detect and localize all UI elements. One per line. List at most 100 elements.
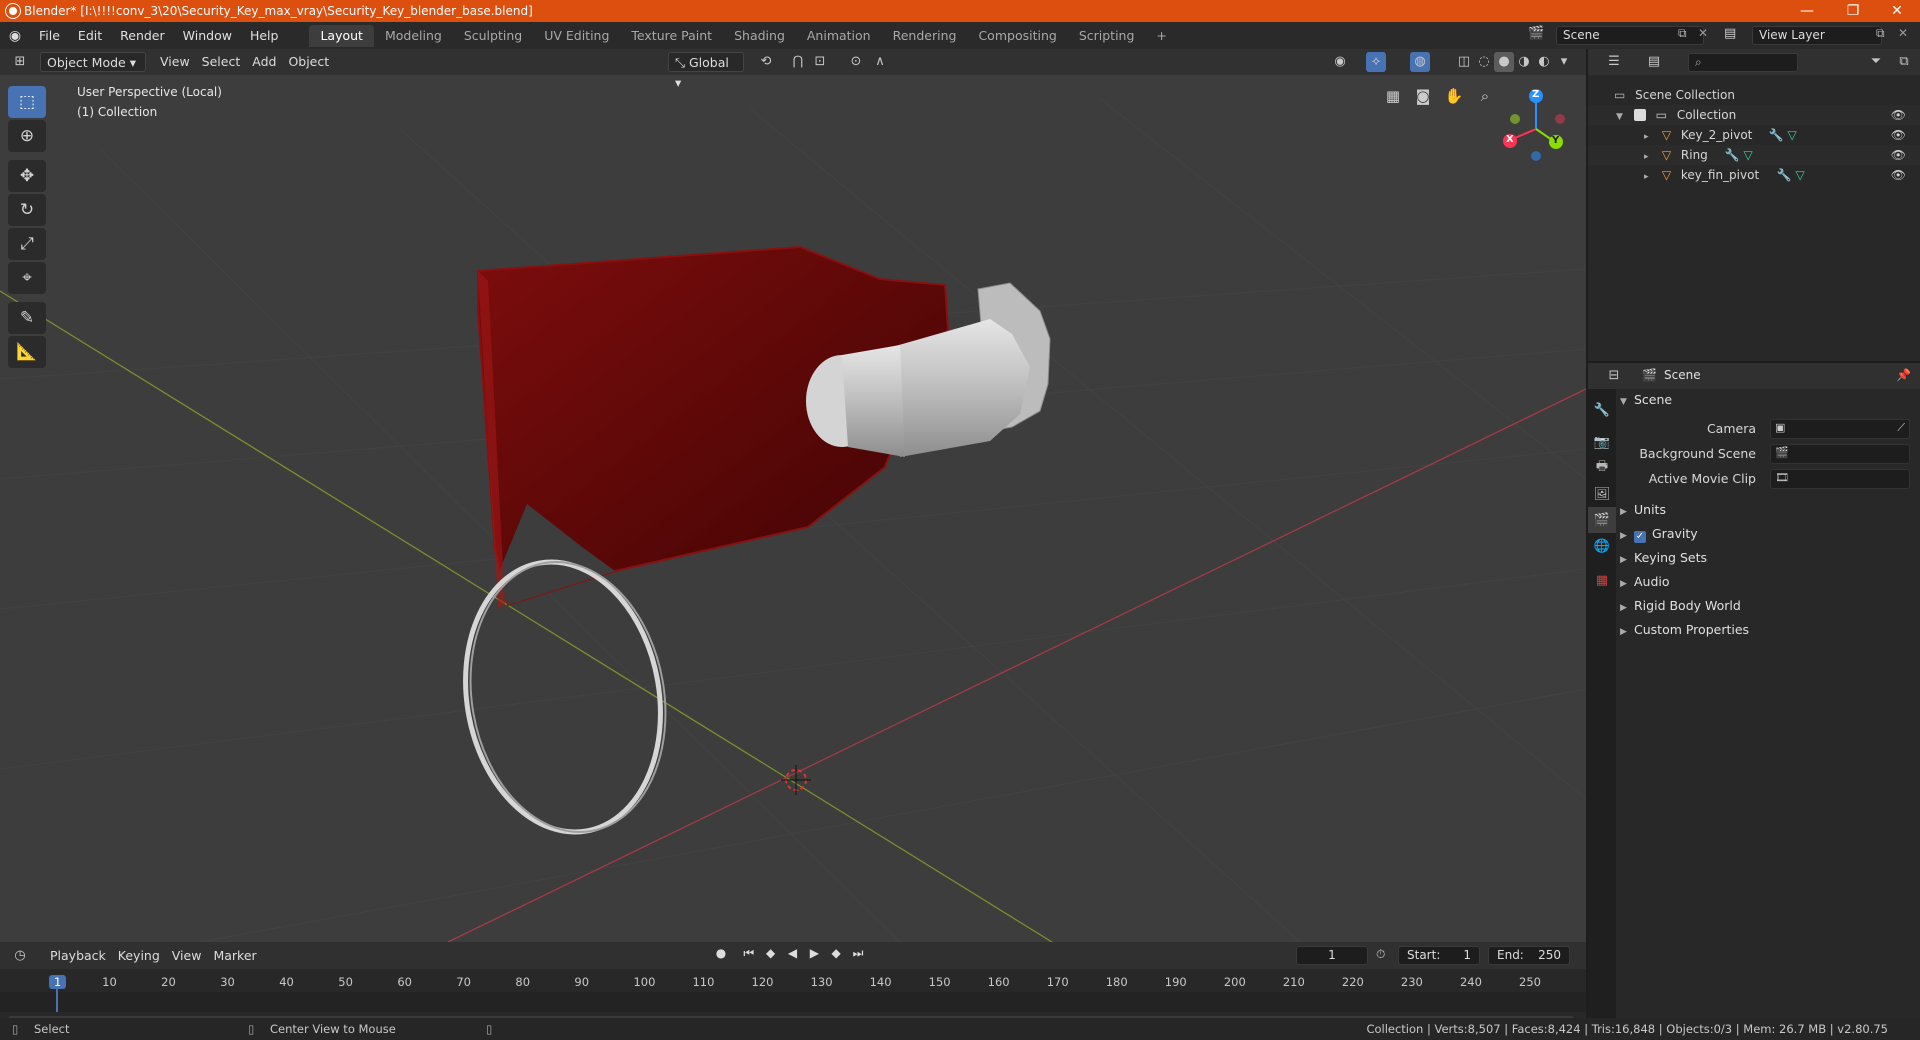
close-button[interactable]: ✕ — [1874, 0, 1920, 22]
gizmo-toggle-icon[interactable]: ⟡ — [1366, 52, 1386, 72]
tab-modeling[interactable]: Modeling — [374, 25, 453, 47]
new-collection-icon[interactable]: ⧉ — [1894, 52, 1914, 72]
snap-magnet-icon[interactable]: ⋂ — [788, 52, 808, 72]
tab-animation[interactable]: Animation — [796, 25, 882, 47]
material-preview-icon[interactable]: ◑ — [1514, 52, 1534, 72]
scene-tab-icon[interactable]: 🎬 — [1588, 507, 1616, 533]
mesh-data-icon[interactable]: ▽ — [1744, 148, 1753, 162]
xray-toggle-icon[interactable]: ◫ — [1454, 52, 1474, 72]
keying-sets-panel-header[interactable]: ▶ Keying Sets — [1620, 546, 1916, 570]
tab-scripting[interactable]: Scripting — [1068, 25, 1146, 47]
cursor-tool-icon[interactable]: ⊕ — [8, 120, 46, 152]
menu-edit[interactable]: Edit — [69, 22, 111, 49]
tab-shading[interactable]: Shading — [723, 25, 796, 47]
zoom-view-icon[interactable]: ⌕ — [1472, 83, 1498, 109]
jump-start-icon[interactable]: ⏮ — [740, 946, 758, 961]
rendered-shading-icon[interactable]: ◐ — [1534, 52, 1554, 72]
view-layer-tab-icon[interactable]: 🖼 — [1588, 481, 1616, 507]
record-icon[interactable]: ● — [712, 946, 730, 960]
jump-end-icon[interactable]: ⏭ — [849, 946, 867, 961]
tab-uv-editing[interactable]: UV Editing — [533, 25, 620, 47]
properties-editor-type-icon[interactable]: ⊟ — [1604, 366, 1624, 386]
measure-tool-icon[interactable]: 📐 — [8, 336, 46, 368]
scene-selector-icon[interactable]: 🎬 — [1528, 26, 1544, 41]
proportional-edit-icon[interactable]: ⊙ — [846, 52, 866, 72]
rotate-tool-icon[interactable]: ↻ — [8, 194, 46, 226]
outliner-object-row[interactable]: ▸ ▽ Ring 🔧 ▽ 👁 — [1588, 145, 1920, 165]
new-scene-icon[interactable]: ⧉ — [1678, 26, 1687, 41]
snap-target-icon[interactable]: ⊡ — [810, 52, 830, 72]
object-visibility-eye-icon[interactable]: 👁 — [1891, 125, 1906, 145]
transform-orientation-dropdown[interactable]: ⤡ Global ▾ — [668, 52, 744, 90]
view-layer-icon[interactable]: ▤ — [1724, 26, 1736, 41]
rigid-body-world-panel-header[interactable]: ▶ Rigid Body World — [1620, 594, 1916, 618]
tab-texture-paint[interactable]: Texture Paint — [620, 25, 723, 47]
modifier-wrench-icon[interactable]: 🔧 — [1777, 168, 1792, 182]
move-tool-icon[interactable]: ✥ — [8, 160, 46, 192]
background-scene-field[interactable]: 🎬 — [1770, 444, 1910, 464]
menu-select[interactable]: Select — [196, 52, 247, 72]
menu-playback[interactable]: Playback — [44, 946, 112, 966]
mesh-data-icon[interactable]: ▽ — [1788, 128, 1797, 142]
new-view-layer-icon[interactable]: ⧉ — [1876, 26, 1885, 41]
menu-marker[interactable]: Marker — [207, 946, 262, 966]
remove-view-layer-icon[interactable]: ✕ — [1898, 26, 1908, 40]
collection-row[interactable]: ▼ ▭ Collection 👁 — [1588, 105, 1920, 125]
tab-sculpting[interactable]: Sculpting — [453, 25, 533, 47]
camera-field[interactable]: ▣ ⟋ — [1770, 419, 1910, 439]
blender-menu-icon[interactable]: ◉ — [0, 28, 30, 44]
scale-tool-icon[interactable]: ⤢ — [8, 228, 46, 260]
render-tab-icon[interactable]: 📷 — [1588, 429, 1616, 455]
view-layer-field[interactable]: View Layer — [1752, 26, 1882, 45]
object-expand-icon[interactable]: ▸ — [1644, 127, 1658, 147]
solid-shading-icon[interactable]: ● — [1494, 52, 1514, 72]
gravity-panel-header[interactable]: ▶ ✓ Gravity — [1620, 522, 1916, 546]
pin-icon[interactable]: 📌 — [1896, 368, 1911, 382]
end-frame-field[interactable]: End: 250 — [1488, 946, 1570, 965]
menu-file[interactable]: File — [30, 22, 69, 49]
toggle-grid-icon[interactable]: ▦ — [1380, 83, 1406, 109]
camera-view-icon[interactable]: ◙ — [1410, 83, 1436, 109]
texture-tab-icon[interactable]: ▦ — [1588, 567, 1616, 593]
outliner-editor-type-icon[interactable]: ☰ — [1604, 52, 1624, 72]
world-tab-icon[interactable]: 🌐 — [1588, 533, 1616, 559]
output-tab-icon[interactable]: 🖶 — [1588, 455, 1616, 481]
tab-rendering[interactable]: Rendering — [882, 25, 968, 47]
collection-expand-icon[interactable]: ▼ — [1616, 107, 1630, 127]
menu-view[interactable]: View — [154, 52, 196, 72]
eyedropper-icon[interactable]: ⟋ — [1897, 421, 1905, 435]
filter-icon[interactable]: ⏷ — [1866, 52, 1886, 72]
tool-tab-icon[interactable]: 🔧 — [1588, 397, 1616, 423]
prev-keyframe-icon[interactable]: ◆ — [762, 946, 780, 960]
wireframe-shading-icon[interactable]: ◌ — [1474, 52, 1494, 72]
proportional-falloff-icon[interactable]: ∧ — [870, 52, 890, 72]
restore-button[interactable]: ❐ — [1830, 0, 1876, 22]
units-panel-header[interactable]: ▶ Units — [1620, 498, 1916, 522]
timeline-track[interactable] — [0, 992, 1586, 1012]
start-frame-field[interactable]: Start: 1 — [1398, 946, 1480, 965]
outliner-object-row[interactable]: ▸ ▽ key_fin_pivot 🔧 ▽ 👁 — [1588, 165, 1920, 185]
custom-properties-panel-header[interactable]: ▶ Custom Properties — [1620, 618, 1916, 642]
object-visibility-eye-icon[interactable]: 👁 — [1891, 165, 1906, 185]
scene-panel-header[interactable]: ▼ Scene — [1620, 388, 1916, 412]
menu-keying[interactable]: Keying — [112, 946, 166, 966]
transform-tool-icon[interactable]: ⌖ — [8, 262, 46, 294]
play-reverse-icon[interactable]: ◀ — [783, 946, 801, 960]
menu-render[interactable]: Render — [111, 22, 174, 49]
pivot-point-icon[interactable]: ⟲ — [756, 52, 776, 72]
menu-add[interactable]: Add — [246, 52, 282, 72]
3d-viewport[interactable]: Z X Y User Perspective (Local) (1) Colle… — [0, 49, 1586, 942]
menu-help[interactable]: Help — [241, 22, 288, 49]
active-movie-clip-field[interactable]: 🎞 — [1770, 469, 1910, 489]
shading-options-icon[interactable]: ▾ — [1554, 52, 1574, 72]
pan-view-hand-icon[interactable]: ✋ — [1441, 83, 1467, 109]
gravity-checkbox[interactable]: ✓ — [1634, 531, 1646, 543]
collection-checkbox[interactable] — [1633, 109, 1646, 121]
outliner-object-row[interactable]: ▸ ▽ Key_2_pivot 🔧 ▽ 👁 — [1588, 125, 1920, 145]
play-icon[interactable]: ▶ — [805, 946, 823, 960]
overlays-toggle-icon[interactable]: ◍ — [1410, 52, 1430, 72]
mesh-data-icon[interactable]: ▽ — [1796, 168, 1805, 182]
timeline-editor-type-icon[interactable]: ◷ — [10, 946, 30, 966]
editor-type-icon[interactable]: ⊞ — [10, 52, 30, 72]
annotate-tool-icon[interactable]: ✎ — [8, 302, 46, 334]
